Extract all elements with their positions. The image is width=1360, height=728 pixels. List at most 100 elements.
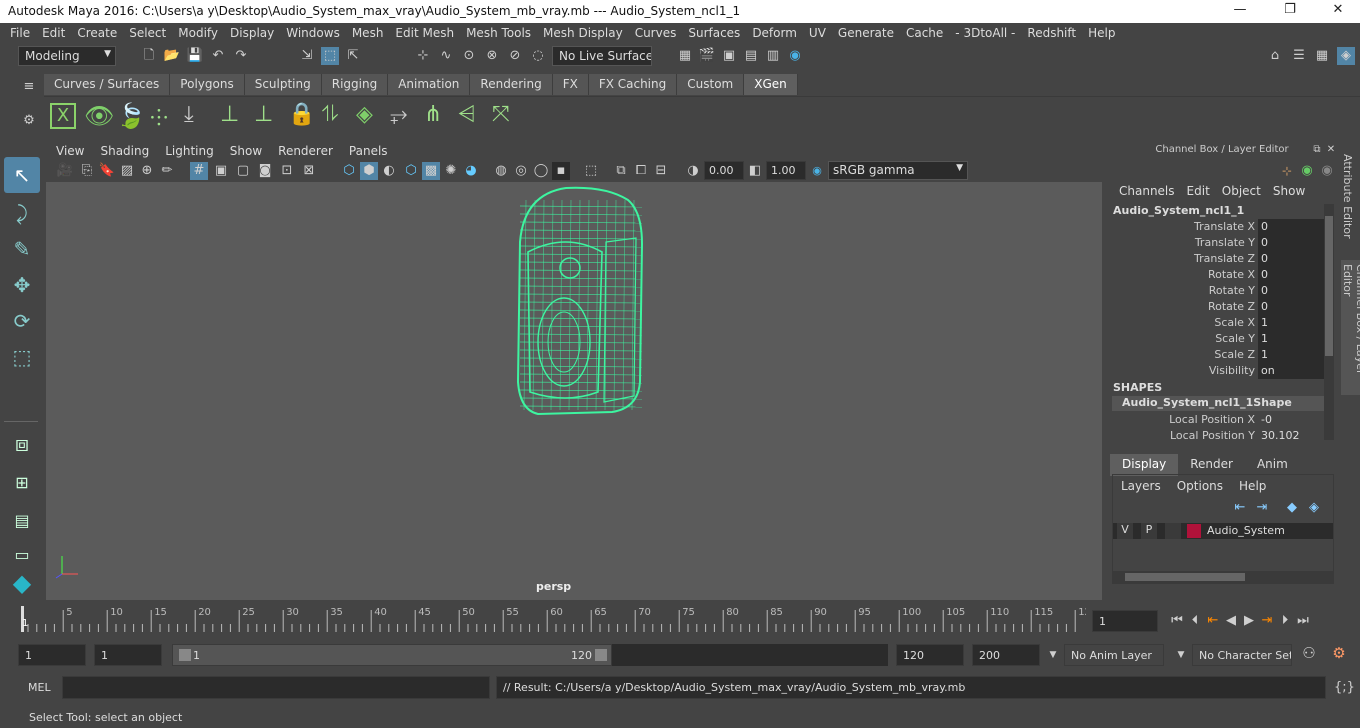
cb-edit-menu[interactable]: Edit xyxy=(1181,184,1216,200)
mel-label[interactable]: MEL xyxy=(28,681,51,694)
gamma-field[interactable]: 1.00 xyxy=(766,161,806,180)
menu-generate[interactable]: Generate xyxy=(832,26,900,40)
snap-curve-icon[interactable]: ∿ xyxy=(437,47,455,65)
attr-local-position-y[interactable]: Local Position Y 30.102 xyxy=(1106,428,1326,444)
speed-icon[interactable]: ◉ xyxy=(1298,162,1316,180)
panel-menu-panels[interactable]: Panels xyxy=(341,144,396,158)
xgen-description-icon[interactable]: 🍃 xyxy=(116,102,146,130)
redo-icon[interactable]: ↷ xyxy=(232,47,250,65)
xgen-place-icon[interactable]: ⤓ xyxy=(184,102,194,127)
shelf-menu-icon[interactable]: ≡ xyxy=(20,78,38,96)
color-space-dropdown[interactable]: sRGB gamma ▼ xyxy=(828,161,968,180)
isolate-select-icon[interactable]: ⬚ xyxy=(582,162,600,180)
play-forwards-icon[interactable]: ▶ xyxy=(1240,612,1258,630)
attr-visibility[interactable]: Visibility on xyxy=(1106,363,1326,379)
grease-pencil-icon[interactable]: ✏ xyxy=(158,162,176,180)
menu-mesh[interactable]: Mesh xyxy=(346,26,390,40)
new-layer-selected-icon[interactable]: ◈ xyxy=(1305,499,1323,517)
channel-box-layer-editor-tab[interactable]: Channel Box / Layer Editor xyxy=(1341,260,1360,395)
playback-end-field[interactable]: 120 xyxy=(896,644,964,666)
menu-curves[interactable]: Curves xyxy=(629,26,683,40)
minimize-button[interactable]: — xyxy=(1220,2,1260,17)
attr-rotate-y[interactable]: Rotate Y0 xyxy=(1106,283,1326,299)
rotate-tool-icon[interactable]: ⟳ xyxy=(4,303,40,339)
character-set-field[interactable]: No Character Set xyxy=(1192,644,1292,666)
attr-translate-y[interactable]: Translate Y0 xyxy=(1106,235,1326,251)
shadows-icon[interactable]: ◕ xyxy=(462,162,480,180)
resolution-gate-icon[interactable]: ▢ xyxy=(234,162,252,180)
xgen-clumping-icon[interactable]: ⋔ xyxy=(424,102,442,127)
range-start-handle[interactable] xyxy=(179,649,191,661)
shelf-tab-custom[interactable]: Custom xyxy=(677,74,745,95)
options-menu[interactable]: Options xyxy=(1169,479,1231,493)
menu-modify[interactable]: Modify xyxy=(172,26,224,40)
channel-box-toggle-icon[interactable]: ☰ xyxy=(1290,47,1308,65)
default-material-icon[interactable]: ◐ xyxy=(380,162,398,180)
scale-tool-icon[interactable]: ⬚ xyxy=(4,339,40,375)
menu-3dtoall[interactable]: - 3DtoAll - xyxy=(949,26,1021,40)
layer-display-type[interactable] xyxy=(1165,523,1181,539)
color-management-icon[interactable]: ◉ xyxy=(808,162,826,180)
select-component-icon[interactable]: ⇱ xyxy=(344,47,362,65)
layer-visibility-toggle[interactable]: V xyxy=(1117,523,1133,539)
snap-grid-icon[interactable]: ⊹ xyxy=(414,47,432,65)
textured-icon[interactable]: ▩ xyxy=(422,162,440,180)
xgen-lock-guides-icon[interactable]: 🔒 xyxy=(288,102,315,127)
xgen-modifier-icon[interactable]: ⥅ xyxy=(390,102,408,127)
outliner-layout-icon[interactable]: ▤ xyxy=(4,503,40,539)
menu-mesh-tools[interactable]: Mesh Tools xyxy=(460,26,537,40)
single-perspective-layout-icon[interactable]: ⧈ xyxy=(4,427,40,463)
move-layer-down-icon[interactable]: ⇥ xyxy=(1253,499,1271,517)
workspace-icon[interactable]: ⌂ xyxy=(1266,47,1284,65)
image-plane-icon[interactable]: ▨ xyxy=(118,162,136,180)
lasso-tool-icon[interactable]: ⤸ xyxy=(4,195,40,231)
menu-select[interactable]: Select xyxy=(123,26,172,40)
shelf-tab-fx[interactable]: FX xyxy=(552,74,589,95)
attr-rotate-x[interactable]: Rotate X0 xyxy=(1106,267,1326,283)
panel-menu-view[interactable]: View xyxy=(48,144,92,158)
attr-translate-x[interactable]: Translate X0 xyxy=(1106,219,1326,235)
use-lights-icon[interactable]: ✺ xyxy=(442,162,460,180)
layer-row[interactable]: V P Audio_System xyxy=(1113,523,1333,539)
shape-node-name[interactable]: Audio_System_ncl1_1Shape xyxy=(1112,396,1324,411)
shelf-tab-fx-caching[interactable]: FX Caching xyxy=(588,74,678,95)
maximize-button[interactable]: ❐ xyxy=(1270,2,1310,17)
range-end-handle[interactable] xyxy=(595,649,607,661)
manipulator-icon[interactable]: ⊹ xyxy=(1278,162,1296,180)
panel-menu-show[interactable]: Show xyxy=(222,144,270,158)
shelf-tab-sculpting[interactable]: Sculpting xyxy=(244,74,322,95)
menu-display[interactable]: Display xyxy=(224,26,280,40)
panel-menu-shading[interactable]: Shading xyxy=(92,144,157,158)
xray-joints-icon[interactable]: ⧠ xyxy=(632,162,650,180)
four-view-layout-icon[interactable]: ⊞ xyxy=(4,465,40,501)
open-scene-icon[interactable]: 📂 xyxy=(163,47,181,65)
xray-components-icon[interactable]: ⊟ xyxy=(652,162,670,180)
attr-translate-z[interactable]: Translate Z0 xyxy=(1106,251,1326,267)
channel-box-scrollbar[interactable] xyxy=(1324,204,1334,440)
playback-start-field[interactable]: 1 xyxy=(94,644,162,666)
character-set-chevron-down-icon[interactable]: ▼ xyxy=(1172,646,1190,664)
xgen-guide-visibility-icon[interactable]: ⊥ xyxy=(254,102,273,127)
snap-view-icon[interactable]: ⊗ xyxy=(483,47,501,65)
camera-icon[interactable]: 🎥 xyxy=(56,162,74,180)
undo-icon[interactable]: ↶ xyxy=(209,47,227,65)
object-menu[interactable]: Object xyxy=(1216,184,1267,200)
channels-menu[interactable]: Channels xyxy=(1106,184,1181,200)
menu-cache[interactable]: Cache xyxy=(900,26,949,40)
cb-show-menu[interactable]: Show xyxy=(1267,184,1311,200)
motion-blur-icon[interactable]: ◎ xyxy=(512,162,530,180)
animation-preferences-icon[interactable]: ⚙ xyxy=(1330,644,1348,662)
snap-point-icon[interactable]: ⊙ xyxy=(460,47,478,65)
gamma-icon[interactable]: ◧ xyxy=(746,162,764,180)
tool-settings-icon[interactable]: ▦ xyxy=(1313,47,1331,65)
depth-of-field-icon[interactable]: ▪ xyxy=(552,162,570,180)
shelf-tab-animation[interactable]: Animation xyxy=(388,74,471,95)
current-frame-field[interactable]: 1 xyxy=(1092,610,1158,632)
perspective-viewport[interactable]: persp xyxy=(46,182,1102,600)
wireframe-icon[interactable]: ⬡ xyxy=(340,162,358,180)
xgen-sculpt-icon[interactable]: ⥮ xyxy=(322,102,338,127)
auto-key-icon[interactable]: ⚇ xyxy=(1300,644,1318,662)
hypershade-icon[interactable]: ◉ xyxy=(786,47,804,65)
step-back-key-icon[interactable]: ⇤ xyxy=(1204,612,1222,630)
time-slider[interactable]: 5 10 15 20 25 30 35 40 45 50 55 60 65 70 75 80 85 90 95 100… xyxy=(18,604,1086,634)
